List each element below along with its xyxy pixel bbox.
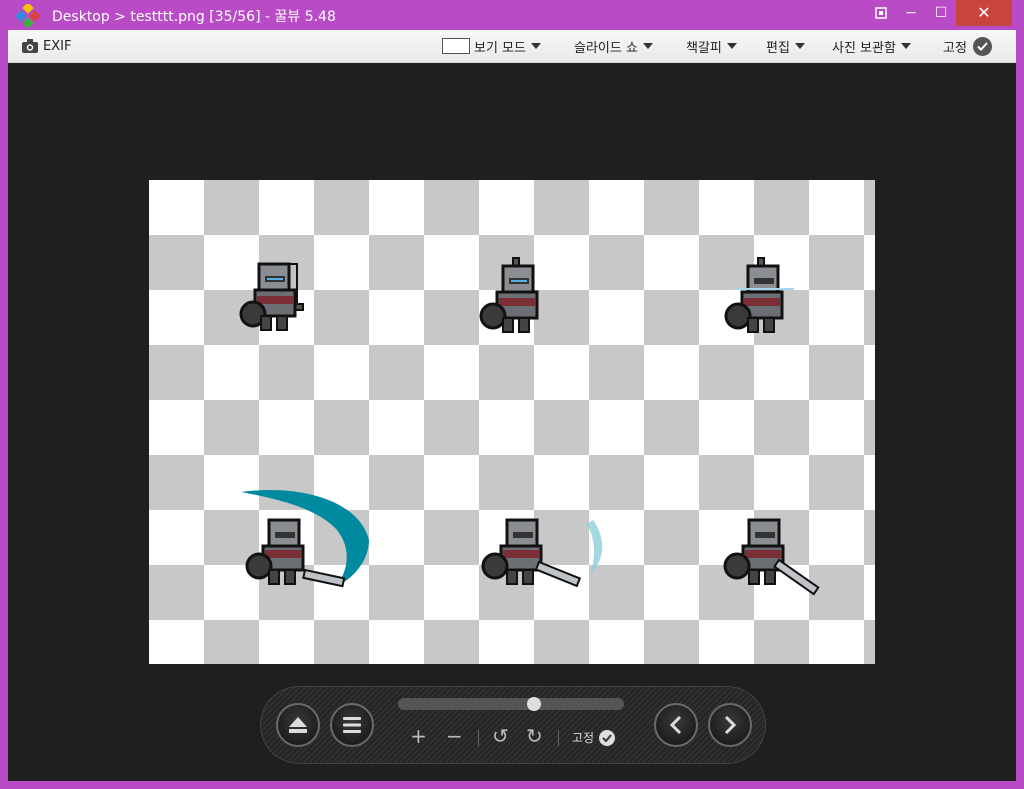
- knight-slash-sprite: [481, 518, 603, 588]
- image-position-slider[interactable]: [398, 697, 624, 711]
- knight-sprite: [239, 262, 304, 331]
- zoom-out-button[interactable]: −: [446, 726, 463, 746]
- check-circle-icon: [972, 36, 992, 56]
- menu-photo-album[interactable]: 사진 보관함: [832, 37, 911, 56]
- caret-down-icon: [642, 43, 653, 49]
- menu-bookmark-label: 책갈피: [686, 40, 722, 56]
- minimize-button[interactable]: −: [896, 0, 926, 26]
- rotate-right-button[interactable]: ↻: [526, 726, 543, 746]
- close-button[interactable]: ✕: [956, 0, 1012, 26]
- pin-label: 고정: [943, 40, 967, 56]
- eject-icon: [289, 717, 307, 733]
- maximize-button[interactable]: ☐: [926, 0, 956, 26]
- menu-bar: EXIF 보기 모드 슬라이드 쇼 책갈피 편집 사진 보관함 고정: [8, 30, 1016, 63]
- knight-sprite: [479, 257, 539, 333]
- caret-down-icon: [530, 43, 541, 49]
- displayed-image: [149, 180, 875, 664]
- menu-slideshow-label: 슬라이드 쇼: [574, 40, 638, 56]
- chevron-left-icon: [669, 715, 682, 735]
- pin-toggle[interactable]: 고정: [943, 36, 992, 56]
- menu-bookmark[interactable]: 책갈피: [686, 37, 737, 56]
- menu-slideshow[interactable]: 슬라이드 쇼: [574, 37, 653, 56]
- caret-down-icon: [726, 43, 737, 49]
- menu-edit[interactable]: 편집: [766, 37, 805, 56]
- previous-button[interactable]: [654, 703, 698, 747]
- app-logo-icon: [16, 4, 40, 28]
- pin-toggle-small[interactable]: 고정: [572, 729, 616, 746]
- knight-sprite: [724, 257, 794, 333]
- caret-down-icon: [900, 43, 911, 49]
- menu-photo-album-label: 사진 보관함: [832, 40, 896, 56]
- pin-window-button[interactable]: [866, 0, 896, 26]
- exif-button[interactable]: EXIF: [22, 37, 71, 55]
- hamburger-icon: [343, 717, 361, 733]
- pin-icon: [875, 7, 887, 19]
- menu-view-mode-label: 보기 모드: [474, 40, 526, 56]
- check-circle-icon: [599, 729, 616, 746]
- divider: [558, 730, 559, 746]
- menu-edit-label: 편집: [766, 40, 790, 56]
- exif-label: EXIF: [43, 38, 72, 54]
- next-button[interactable]: [708, 703, 752, 747]
- knight-slash-sprite: [723, 518, 820, 596]
- camera-icon: [22, 39, 38, 53]
- slider-thumb[interactable]: [527, 697, 542, 711]
- window-title: Desktop > testttt.png [35/56] - 꿀뷰 5.48: [52, 9, 336, 25]
- pin-label: 고정: [572, 731, 595, 745]
- menu-view-mode[interactable]: 보기 모드: [442, 37, 541, 56]
- image-viewer[interactable]: + − ↺ ↻ 고정: [8, 63, 1016, 781]
- playback-control-bar: + − ↺ ↻ 고정: [260, 686, 766, 764]
- rotate-left-button[interactable]: ↺: [492, 726, 509, 746]
- view-mode-icon: [442, 38, 470, 54]
- eject-button[interactable]: [276, 703, 320, 747]
- title-bar: Desktop > testttt.png [35/56] - 꿀뷰 5.48 …: [0, 0, 1024, 30]
- menu-button[interactable]: [330, 703, 374, 747]
- divider: [478, 730, 479, 746]
- knight-slash-sprite: [241, 490, 369, 588]
- caret-down-icon: [794, 43, 805, 49]
- zoom-in-button[interactable]: +: [410, 726, 427, 746]
- chevron-right-icon: [724, 715, 737, 735]
